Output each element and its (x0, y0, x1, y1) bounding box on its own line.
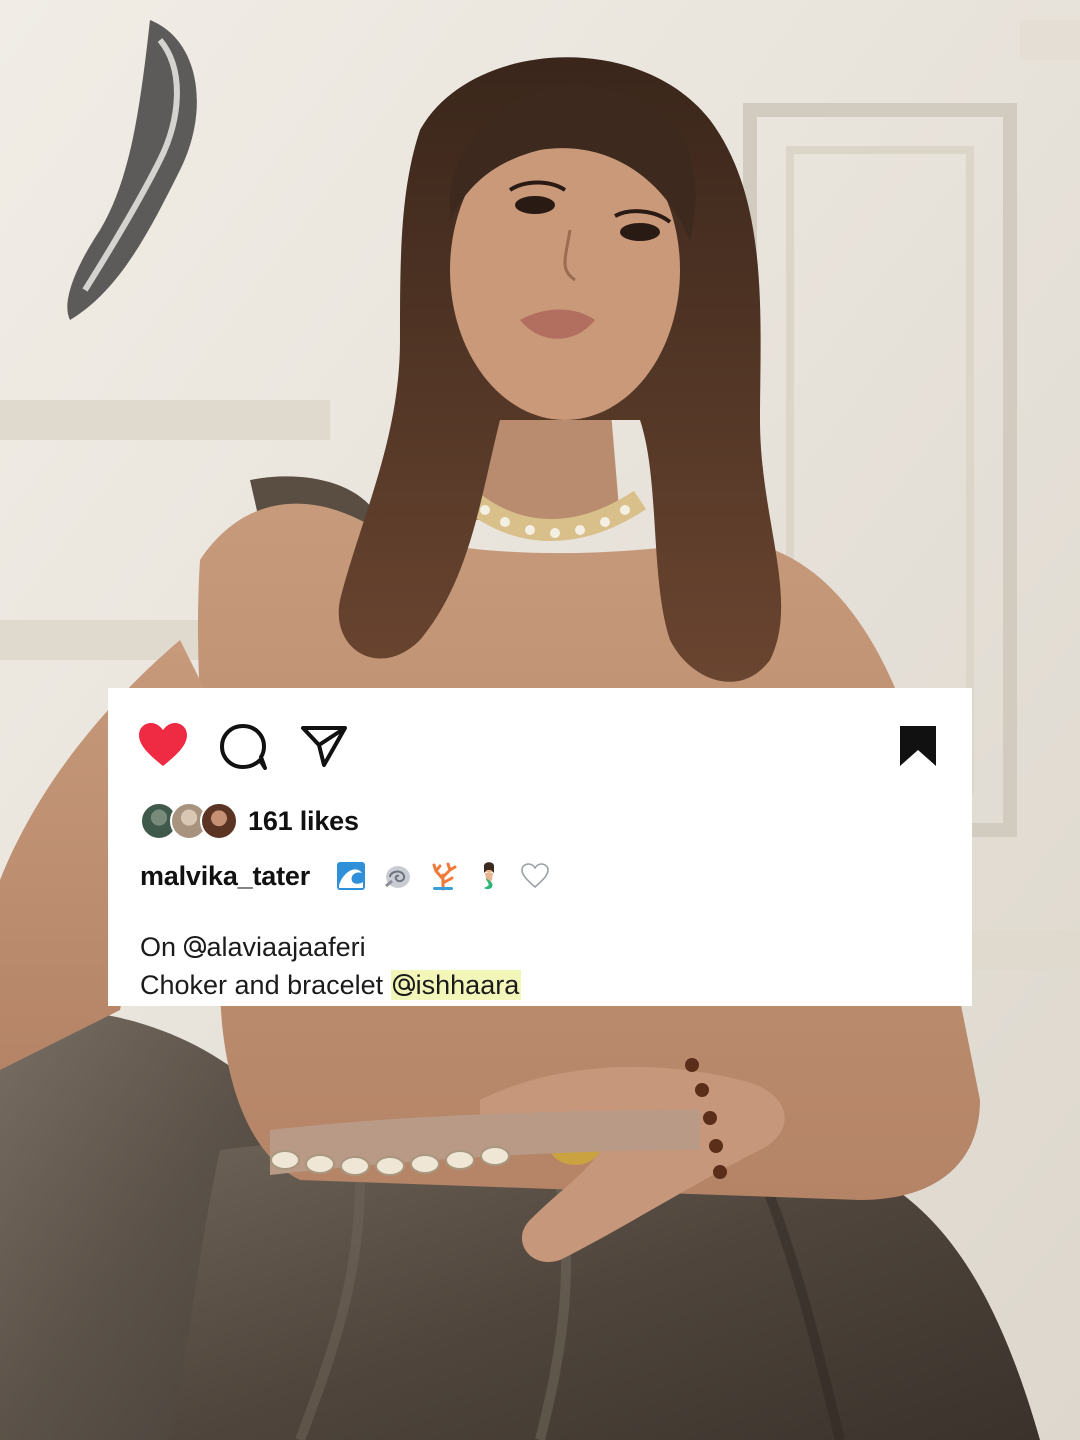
caption-line-1-text: On (140, 932, 184, 962)
mention-ishhaara[interactable]: ishhaara (416, 970, 520, 1000)
heart-icon[interactable] (138, 722, 188, 768)
white-heart-emoji (521, 863, 549, 889)
caption-line-2-text: Choker and bracelet (140, 970, 391, 1000)
comment-bubble-icon[interactable] (220, 724, 268, 770)
post-card: 161 likes malvika_tater On alaviaajaafer… (108, 688, 972, 1006)
username-emoji-strip (320, 861, 550, 891)
caption-line-1: On alaviaajaaferi (140, 928, 521, 966)
mention-alaviaajaaferi[interactable]: alaviaajaaferi (207, 932, 366, 962)
liker-avatar-3[interactable] (200, 802, 238, 840)
caption-header: malvika_tater (140, 856, 840, 896)
threads-at-icon (183, 935, 206, 959)
mention-ishhaara-highlight[interactable]: ishhaara (390, 970, 522, 1000)
post-username[interactable]: malvika_tater (140, 861, 310, 892)
coral-emoji (432, 862, 457, 891)
post-action-bar (138, 722, 948, 772)
bookmark-icon[interactable] (898, 724, 938, 768)
caption-line-2: Choker and bracelet ishhaara (140, 966, 522, 1004)
likes-row: 161 likes (140, 800, 740, 844)
paper-plane-icon[interactable] (300, 724, 348, 768)
water-wave-emoji (337, 862, 366, 890)
threads-at-icon (392, 973, 415, 997)
post-caption: On alaviaajaaferi Choker and bracelet is… (140, 928, 522, 1004)
mermaid-emoji (484, 862, 495, 890)
likes-count[interactable]: 161 likes (248, 806, 359, 837)
post-screen: 161 likes malvika_tater On alaviaajaafer… (0, 0, 1080, 1440)
spiral-shell-emoji (385, 866, 411, 888)
